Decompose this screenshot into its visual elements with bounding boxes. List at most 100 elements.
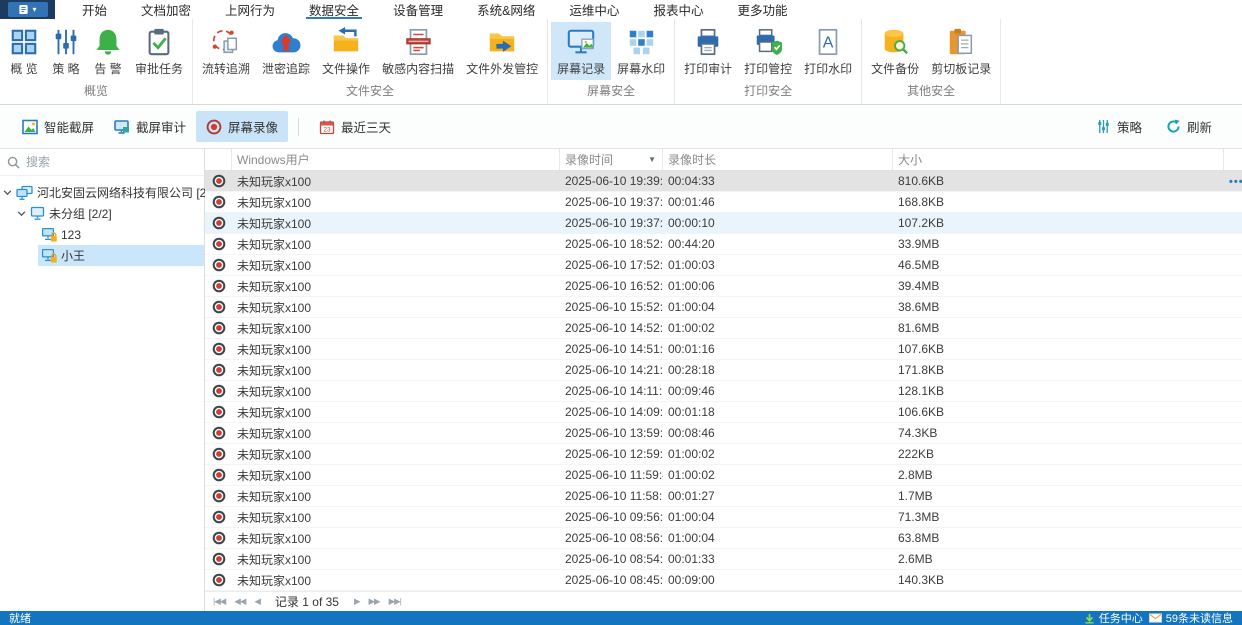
organization-icon — [16, 185, 33, 201]
menu-tab[interactable]: 更多功能 — [720, 0, 804, 19]
record-icon — [212, 447, 225, 461]
clipboard-record-button[interactable]: 剪切板记录 — [925, 22, 997, 80]
record-icon — [212, 531, 225, 545]
unread-messages-button[interactable]: 59条未读信息 — [1148, 610, 1233, 625]
alert-button[interactable]: 告 警 — [87, 22, 129, 80]
table-row[interactable]: 未知玩家x100 2025-06-10 19:37:36 00:01:46 16… — [205, 192, 1242, 213]
menu-tab[interactable]: 文档加密 — [124, 0, 208, 19]
table-row[interactable]: 未知玩家x100 2025-06-10 14:52:37 01:00:02 81… — [205, 318, 1242, 339]
print-audit-button[interactable]: 打印审计 — [678, 22, 738, 80]
row-time: 2025-06-10 08:54:32 — [565, 552, 663, 566]
table-row[interactable]: 未知玩家x100 2025-06-10 15:52:40 01:00:04 38… — [205, 297, 1242, 318]
row-duration: 00:44:20 — [668, 237, 715, 251]
table-row[interactable]: 未知玩家x100 2025-06-10 19:37:25 00:00:10 10… — [205, 213, 1242, 234]
row-time: 2025-06-10 14:11:15 — [565, 384, 663, 398]
column-header-icon[interactable] — [205, 149, 232, 170]
file-backup-button[interactable]: 文件备份 — [865, 22, 925, 80]
search-input[interactable] — [26, 155, 197, 169]
column-header-size[interactable]: 大小 — [893, 149, 1224, 170]
pager-next-group-button[interactable]: ▶▶ — [369, 596, 381, 607]
screen-watermark-button[interactable]: 屏幕水印 — [611, 22, 671, 80]
pager-prev-group-button[interactable]: ◀◀ — [234, 596, 246, 607]
table-row[interactable]: 未知玩家x100 2025-06-10 14:51:08 00:01:16 10… — [205, 339, 1242, 360]
smart-capture-icon — [22, 119, 38, 134]
screen-watermark-icon — [629, 30, 654, 55]
ribbon-spacer — [1001, 19, 1242, 104]
row-size: 168.8KB — [898, 195, 945, 209]
refresh-button[interactable]: 刷新 — [1156, 111, 1222, 142]
table-row[interactable]: 未知玩家x100 2025-06-10 11:59:40 01:00:02 2.… — [205, 465, 1242, 486]
file-outgoing-button[interactable]: 文件外发管控 — [460, 22, 544, 80]
filter-dropdown-icon[interactable]: ▼ — [648, 155, 662, 164]
recent-three-days-button[interactable]: 23 最近三天 — [309, 111, 401, 142]
tree-item-terminal-123[interactable]: 123 — [0, 224, 204, 245]
menu-tab[interactable]: 报表中心 — [636, 0, 720, 19]
record-icon — [212, 342, 225, 356]
row-duration: 01:00:03 — [668, 258, 715, 272]
pager-first-button[interactable]: |◀◀ — [213, 596, 226, 607]
table-row[interactable]: 未知玩家x100 2025-06-10 14:09:08 00:01:18 10… — [205, 402, 1242, 423]
pager-last-button[interactable]: ▶▶| — [389, 596, 402, 607]
row-user: 未知玩家x100 — [237, 342, 312, 357]
menu-tab[interactable]: 开始 — [65, 0, 124, 19]
record-icon — [212, 363, 225, 377]
row-time: 2025-06-10 16:52:44 — [565, 279, 663, 293]
tree-item-terminal-xiaowang[interactable]: 小王 — [0, 245, 204, 266]
table-row[interactable]: 未知玩家x100 2025-06-10 18:52:55 00:44:20 33… — [205, 234, 1242, 255]
overview-button[interactable]: 概 览 — [3, 22, 45, 80]
row-size: 2.8MB — [898, 468, 933, 482]
row-duration: 00:08:46 — [668, 426, 715, 440]
table-row[interactable]: 未知玩家x100 2025-06-10 14:11:15 00:09:46 12… — [205, 381, 1242, 402]
menu-tab[interactable]: 数据安全 — [292, 0, 376, 19]
pager-next-button[interactable]: ▶ — [354, 596, 360, 607]
policy-button-right[interactable]: 策略 — [1086, 111, 1152, 142]
row-duration: 00:00:10 — [668, 216, 715, 230]
file-operation-button[interactable]: 文件操作 — [316, 22, 376, 80]
task-center-button[interactable]: 任务中心 — [1084, 610, 1143, 625]
pager-prev-button[interactable]: ◀ — [254, 596, 260, 607]
menu-tab[interactable]: 设备管理 — [376, 0, 460, 19]
column-header-time[interactable]: 录像时间 ▼ — [560, 149, 663, 170]
table-row[interactable]: 未知玩家x100 2025-06-10 12:59:42 01:00:02 22… — [205, 444, 1242, 465]
row-size: 33.9MB — [898, 237, 940, 251]
sensitive-scan-button[interactable]: 敏感内容扫描 — [376, 22, 460, 80]
menu-tab[interactable]: 上网行为 — [208, 0, 292, 19]
smart-capture-button[interactable]: 智能截屏 — [12, 111, 104, 142]
menu-tab[interactable]: 系统&网络 — [460, 0, 552, 19]
table-row[interactable]: 未知玩家x100 2025-06-10 08:56:05 01:00:04 63… — [205, 528, 1242, 549]
row-duration: 00:09:46 — [668, 384, 715, 398]
tree-item-ungrouped[interactable]: 未分组 [2/2] — [0, 203, 204, 224]
capture-audit-button[interactable]: 截屏审计 — [104, 111, 196, 142]
print-control-button[interactable]: 打印管控 — [738, 22, 798, 80]
print-watermark-button[interactable]: A 打印水印 — [798, 22, 858, 80]
table-row[interactable]: 未知玩家x100 2025-06-10 16:52:44 01:00:06 39… — [205, 276, 1242, 297]
column-header-duration[interactable]: 录像时长 — [663, 149, 893, 170]
table-row[interactable]: 未知玩家x100 2025-06-10 14:21:50 00:28:18 17… — [205, 360, 1242, 381]
table-row[interactable]: 未知玩家x100 2025-06-10 08:54:32 00:01:33 2.… — [205, 549, 1242, 570]
screen-recording-tab[interactable]: 屏幕录像 — [196, 111, 289, 142]
table-row[interactable]: 未知玩家x100 2025-06-10 19:39:23 00:04:33 81… — [205, 171, 1242, 192]
screen-record-button[interactable]: 屏幕记录 — [551, 22, 612, 80]
row-duration: 01:00:04 — [668, 510, 715, 524]
chevron-down-icon[interactable] — [17, 209, 26, 218]
chevron-down-icon: ▾ — [32, 4, 37, 14]
record-icon — [212, 426, 225, 440]
column-header-user[interactable]: Windows用户 — [232, 149, 560, 170]
table-row[interactable]: 未知玩家x100 2025-06-10 11:58:11 00:01:27 1.… — [205, 486, 1242, 507]
app-menu-button[interactable]: ▾ — [7, 2, 48, 17]
table-row[interactable]: 未知玩家x100 2025-06-10 17:52:51 01:00:03 46… — [205, 255, 1242, 276]
menu-tabs: 开始 文档加密 上网行为 数据安全 设备管理 系统&网络 运维中心 报表中心 更… — [55, 0, 804, 19]
flow-trace-button[interactable]: 流转追溯 — [196, 22, 256, 80]
policy-button[interactable]: 策 略 — [45, 22, 87, 80]
tree-item-company[interactable]: 河北安固云网络科技有限公司 [2/2] — [0, 182, 220, 203]
leak-trace-button[interactable]: 泄密追踪 — [256, 22, 316, 80]
table-row[interactable]: 未知玩家x100 2025-06-10 08:45:21 00:09:00 14… — [205, 570, 1242, 591]
approval-tasks-button[interactable]: 审批任务 — [129, 22, 189, 80]
table-row[interactable]: 未知玩家x100 2025-06-10 13:59:45 00:08:46 74… — [205, 423, 1242, 444]
chevron-down-icon[interactable] — [3, 188, 12, 197]
menu-tab[interactable]: 运维中心 — [552, 0, 636, 19]
row-actions-button[interactable]: ••• — [1229, 176, 1242, 188]
table-row[interactable]: 未知玩家x100 2025-06-10 09:56:09 01:00:04 71… — [205, 507, 1242, 528]
record-icon — [212, 195, 225, 209]
ribbon: 概 览 策 略 告 警 审批任务 概览 流转追溯 泄密追踪 文件操作 敏感内容扫… — [0, 19, 1242, 105]
